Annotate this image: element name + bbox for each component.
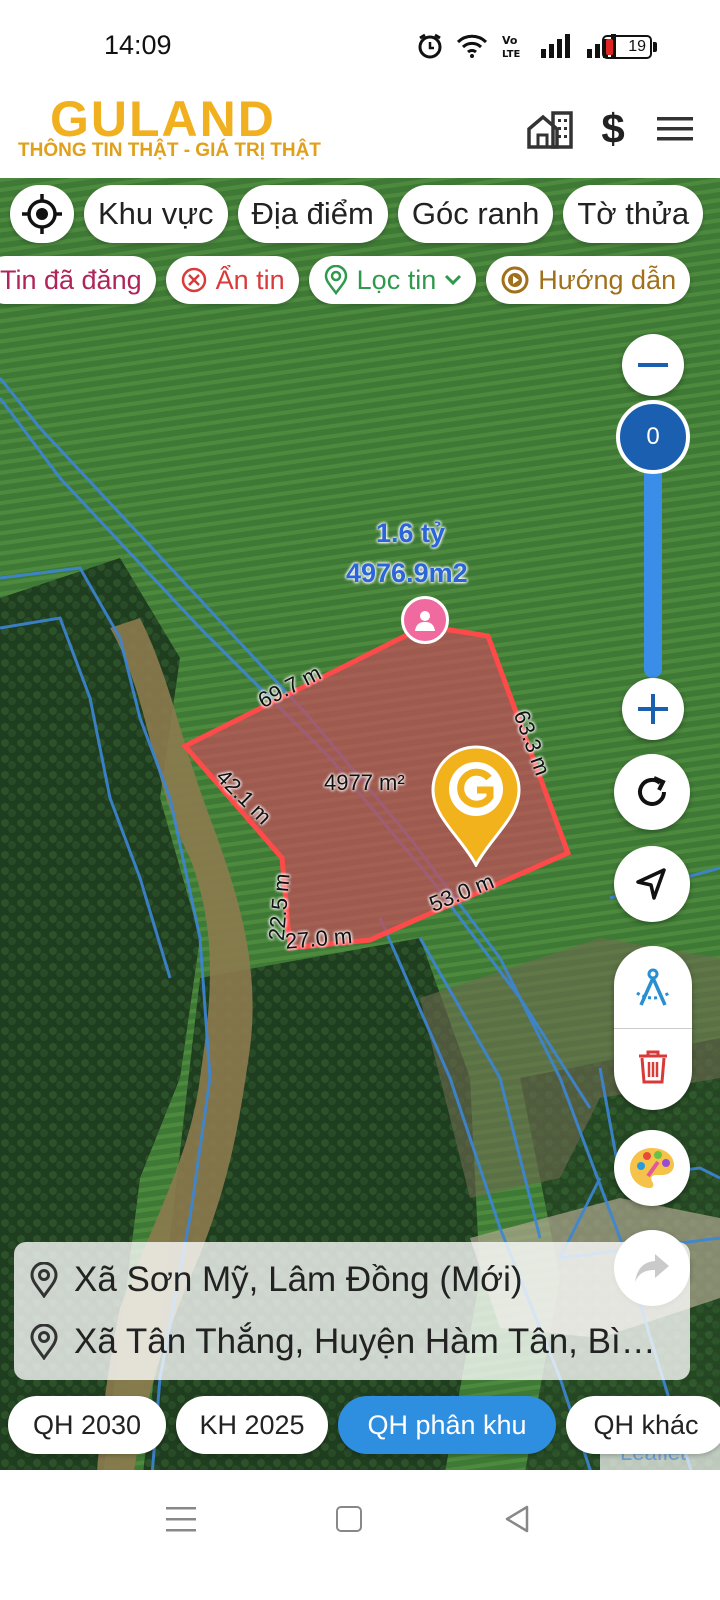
app-header: GULAND THÔNG TIN THẬT - GIÁ TRỊ THẬT $ [0,88,720,178]
tagline: THÔNG TIN THẬT - GIÁ TRỊ THẬT [18,140,321,161]
listing-area[interactable]: 4976.9m2 [346,558,468,589]
buildings-icon[interactable] [527,106,573,152]
system-nav-bar [0,1470,720,1600]
map-style-button[interactable] [614,1130,690,1206]
hide-listing-chip[interactable]: Ẩn tin [165,256,299,304]
address-panel[interactable]: Xã Sơn Mỹ, Lâm Đồng (Mới) Xã Tân Thắng, … [14,1242,690,1380]
compass-measure-button[interactable] [614,954,692,1024]
plan-chip-2025[interactable]: KH 2025 [176,1396,328,1454]
plan-chip-zoning[interactable]: QH phân khu [338,1396,556,1454]
delete-button[interactable] [614,1032,692,1102]
plot-area-label: 4977 m² [324,770,405,795]
back-triangle-icon [505,1505,529,1533]
status-icons: Vo LTE [416,32,620,60]
back-button[interactable] [503,1504,531,1534]
status-bar: 14:09 Vo LTE 19 [0,0,720,88]
location-pin-icon [324,265,347,295]
address-old-text: Xã Tân Thắng, Huyện Hàm Tân, Bì… [74,1322,656,1361]
battery-level: 19 [628,38,646,55]
filter-chip-corner[interactable]: Góc ranh [397,185,554,243]
locate-button[interactable] [10,185,74,243]
filter-chip-parcel[interactable]: Tờ thửa [563,185,704,243]
listing-price[interactable]: 1.6 tỷ [376,518,445,549]
signal-icon [541,34,570,58]
price-icon[interactable]: $ [590,105,636,152]
filter-listings-label: Lọc tin [356,264,437,295]
seller-avatar-icon[interactable] [401,596,449,644]
refresh-button[interactable] [614,754,690,830]
address-old: Xã Tân Thắng, Huyện Hàm Tân, Bì… [30,1322,656,1362]
planning-chip-row: QH 2030 KH 2025 QH phân khu QH khác [8,1396,720,1454]
posted-listings-label: Tin đã đăng [0,264,142,295]
status-time: 14:09 [104,30,172,60]
guide-chip[interactable]: Hướng dẫn [486,256,691,304]
refresh-icon [638,776,666,806]
plan-chip-other[interactable]: QH khác [566,1396,720,1454]
zoom-in-button[interactable] [622,678,684,740]
filter-chip-row: Khu vực Địa điểm Góc ranh Tờ thửa [10,185,720,243]
alarm-icon [418,33,442,59]
menu-lines-icon [166,1507,196,1532]
svg-text:LTE: LTE [502,49,521,59]
compass-icon [636,968,670,1006]
filter-listings-chip[interactable]: Lọc tin [308,256,477,304]
volte-icon: Vo LTE [502,34,521,59]
filter-chip-location[interactable]: Địa điểm [237,185,388,243]
action-chip-row: Tin đã đăng Ẩn tin Lọc tin Hướng dẫn [0,256,702,304]
posted-listings-chip[interactable]: Tin đã đăng [0,256,156,304]
location-pin-icon [30,1262,58,1298]
address-new-text: Xã Sơn Mỹ, Lâm Đồng (Mới) [74,1260,523,1299]
chevron-down-icon [445,274,462,286]
home-button[interactable] [336,1506,362,1532]
menu-icon[interactable] [652,106,698,152]
measure-tool-group [614,946,692,1110]
crosshair-icon [22,194,62,234]
svg-text:Vo: Vo [502,34,518,47]
locate-me-button[interactable] [614,846,690,922]
close-circle-icon [181,267,206,293]
recent-apps-button[interactable] [166,1504,196,1534]
wifi-icon [456,34,488,58]
zoom-out-button[interactable] [622,334,684,396]
zoom-slider-track[interactable] [644,448,662,678]
location-pin-icon [30,1324,58,1360]
guide-label: Hướng dẫn [538,264,677,295]
filter-chip-area[interactable]: Khu vực [84,185,228,243]
zoom-value: 0 [646,423,660,450]
hide-listing-label: Ẩn tin [215,264,285,295]
navigation-arrow-icon [636,868,666,900]
trash-icon [639,1050,667,1084]
plan-chip-2030[interactable]: QH 2030 [8,1396,166,1454]
address-new: Xã Sơn Mỹ, Lâm Đồng (Mới) [30,1260,523,1300]
guland-map-marker-icon[interactable] [431,745,521,872]
palette-icon [630,1148,674,1188]
play-circle-icon [501,266,529,294]
battery-icon: 19 [602,35,652,59]
zoom-slider-handle[interactable]: 0 [616,400,690,474]
